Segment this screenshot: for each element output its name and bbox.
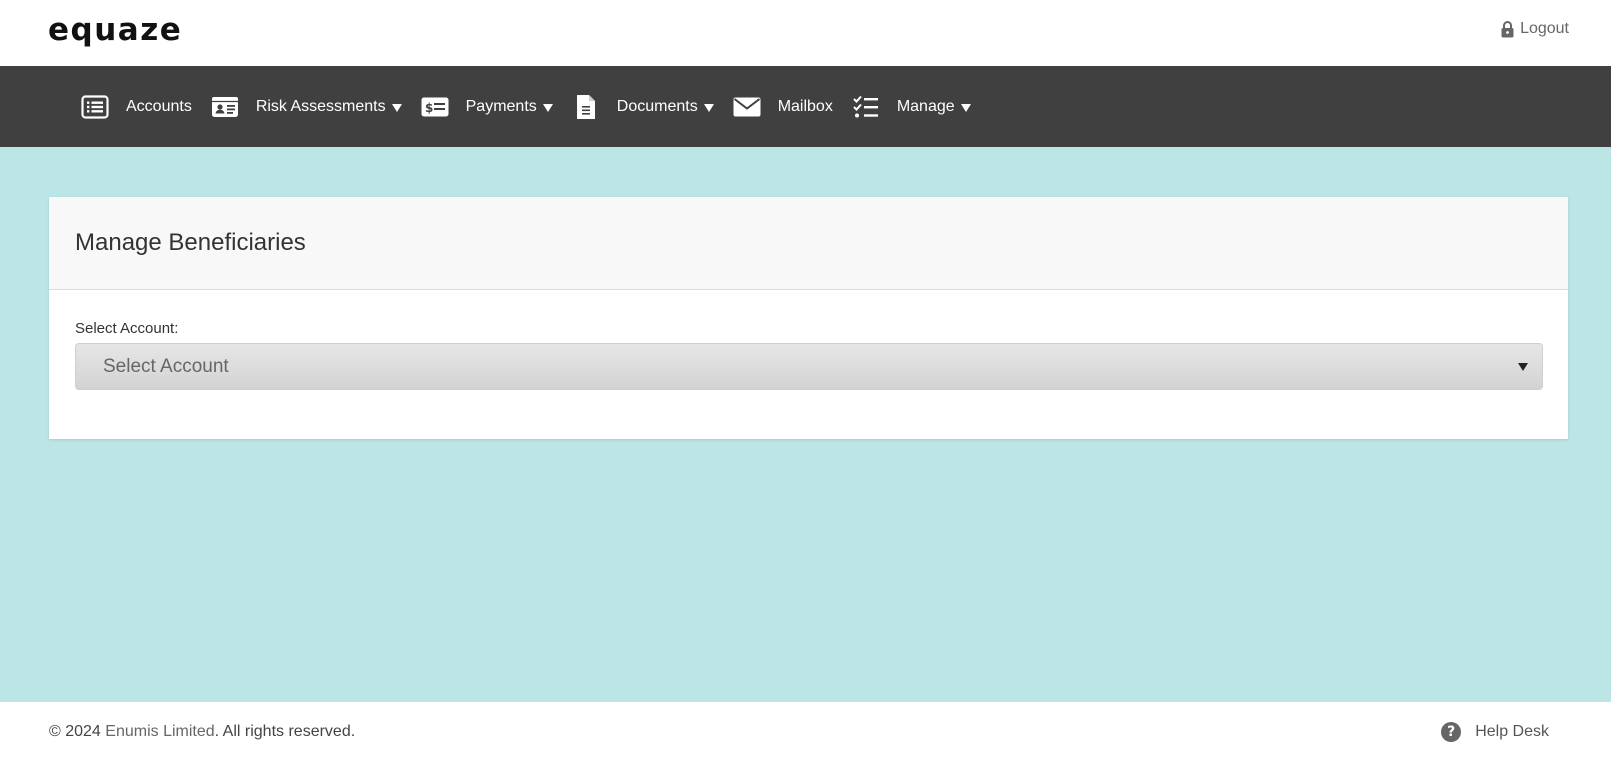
question-circle-icon: ? [1441,721,1462,742]
lock-icon [1501,20,1514,38]
nav-item-documents[interactable]: Documents [571,66,714,147]
copyright-suffix: . All rights reserved. [214,722,356,740]
checklist-icon [851,92,881,122]
page-title: Manage Beneficiaries [75,229,306,256]
svg-text:$: $ [425,101,433,115]
panel-body: Select Account: Select Account [49,290,1568,390]
copyright-prefix: © 2024 [49,722,106,740]
nav-label-payments: Payments [465,97,537,115]
account-select-value: Select Account [103,355,229,377]
help-desk-label: Help Desk [1475,722,1549,740]
chevron-down-icon [703,104,714,112]
nav-item-manage[interactable]: Manage [851,66,971,147]
copyright-text: © 2024 Enumis Limited. All rights reserv… [49,723,355,741]
select-account-label: Select Account: [75,320,179,337]
nav-label-documents: Documents [616,97,698,115]
nav-label-mailbox: Mailbox [777,97,833,115]
nav-item-payments[interactable]: $ Payments [420,66,553,147]
top-header: equaze Logout [0,0,1611,66]
account-select[interactable]: Select Account [75,343,1543,390]
company-link[interactable]: Enumis Limited [105,723,214,740]
equaze-logo[interactable]: equaze [48,10,182,50]
chevron-down-icon [1518,362,1528,371]
id-card-icon [210,92,240,122]
chevron-down-icon [960,104,971,112]
nav-item-risk-assessments[interactable]: Risk Assessments [210,66,402,147]
money-check-icon: $ [420,92,450,122]
chevron-down-icon [542,104,553,112]
nav-item-accounts[interactable]: Accounts [80,66,192,147]
manage-beneficiaries-panel: Manage Beneficiaries Select Account: Sel… [49,197,1568,439]
document-icon [571,92,601,122]
help-desk-link[interactable]: ? Help Desk [1441,721,1549,742]
logout-link[interactable]: Logout [1501,20,1569,38]
nav-label-accounts: Accounts [126,97,192,115]
footer: © 2024 Enumis Limited. All rights reserv… [0,702,1611,761]
logout-label: Logout [1520,20,1569,37]
list-icon [80,92,110,122]
panel-header: Manage Beneficiaries [49,197,1568,290]
envelope-icon [732,92,762,122]
main-navigation: Accounts Risk Assessments $ Payments Doc… [0,66,1611,147]
chevron-down-icon [391,104,402,112]
nav-label-manage: Manage [896,97,955,115]
nav-label-risk-assessments: Risk Assessments [255,97,386,115]
nav-item-mailbox[interactable]: Mailbox [732,66,833,147]
